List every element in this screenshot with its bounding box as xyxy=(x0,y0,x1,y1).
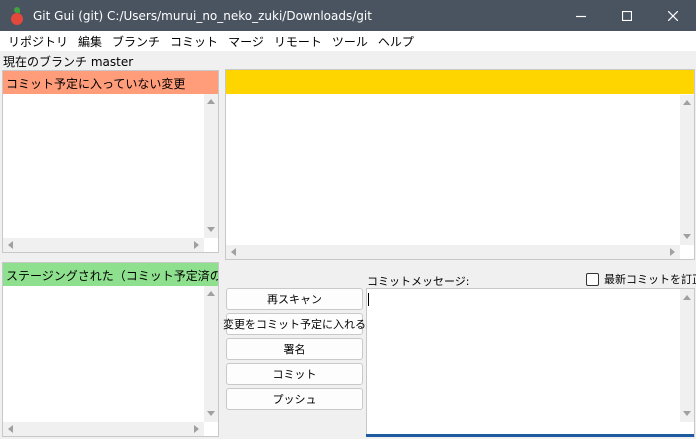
scroll-left-icon[interactable] xyxy=(8,241,13,249)
scroll-up-icon[interactable] xyxy=(207,291,215,296)
menu-help[interactable]: ヘルプ xyxy=(373,33,419,50)
commit-input-bottom-border xyxy=(366,434,694,437)
stage-changes-button[interactable]: 変更をコミット予定に入れる xyxy=(223,313,366,335)
scroll-down-icon[interactable] xyxy=(207,411,215,416)
scroll-right-icon[interactable] xyxy=(194,241,199,249)
minimize-icon xyxy=(576,15,586,17)
scroll-left-icon[interactable] xyxy=(8,425,13,433)
unstaged-vertical-scrollbar[interactable] xyxy=(204,94,218,238)
diff-header-bar xyxy=(226,70,694,94)
menu-repository[interactable]: リポジトリ xyxy=(3,33,73,50)
staged-changes-header: ステージングされた（コミット予定済の）変更 xyxy=(3,263,218,286)
text-caret xyxy=(368,293,369,306)
amend-last-commit-checkbox[interactable]: 最新コミットを訂正 xyxy=(586,271,696,287)
scroll-up-icon[interactable] xyxy=(207,99,215,104)
menu-merge[interactable]: マージ xyxy=(223,33,269,50)
menu-branch[interactable]: ブランチ xyxy=(107,33,165,50)
menu-edit[interactable]: 編集 xyxy=(73,33,107,50)
window-title: Git Gui (git) C:/Users/murui_no_neko_zuk… xyxy=(33,8,372,23)
commit-message-input[interactable] xyxy=(366,288,695,437)
minimize-button[interactable] xyxy=(558,0,604,31)
scroll-down-icon[interactable] xyxy=(683,411,691,416)
diff-vertical-scrollbar[interactable] xyxy=(680,95,694,245)
sign-off-button[interactable]: 署名 xyxy=(226,338,363,360)
scroll-up-icon[interactable] xyxy=(683,295,691,300)
amend-last-commit-label: 最新コミットを訂正 xyxy=(604,273,696,286)
diff-viewer-pane[interactable] xyxy=(225,69,695,260)
git-gui-app-icon xyxy=(9,6,25,25)
close-button[interactable] xyxy=(650,0,696,31)
diff-horizontal-scrollbar[interactable] xyxy=(226,245,680,259)
commit-message-label: コミットメッセージ: xyxy=(367,275,470,288)
menu-commit[interactable]: コミット xyxy=(165,33,223,50)
checkbox-icon[interactable] xyxy=(586,272,599,286)
title-bar: Git Gui (git) C:/Users/murui_no_neko_zuk… xyxy=(0,0,696,31)
unstaged-changes-pane[interactable]: コミット予定に入っていない変更 xyxy=(2,70,219,253)
maximize-icon xyxy=(622,10,632,21)
menu-tools[interactable]: ツール xyxy=(327,33,373,50)
staged-horizontal-scrollbar[interactable] xyxy=(3,422,204,436)
commit-message-vertical-scrollbar[interactable] xyxy=(680,289,694,422)
maximize-button[interactable] xyxy=(604,0,650,31)
push-button[interactable]: プッシュ xyxy=(226,388,363,410)
scroll-up-icon[interactable] xyxy=(683,100,691,105)
staged-vertical-scrollbar[interactable] xyxy=(204,286,218,422)
unstaged-horizontal-scrollbar[interactable] xyxy=(3,238,204,252)
commit-button[interactable]: コミット xyxy=(226,363,363,385)
scroll-down-icon[interactable] xyxy=(683,234,691,239)
scroll-left-icon[interactable] xyxy=(231,248,236,256)
scroll-down-icon[interactable] xyxy=(207,227,215,232)
menu-bar: リポジトリ 編集 ブランチ コミット マージ リモート ツール ヘルプ xyxy=(0,31,696,51)
menu-remote[interactable]: リモート xyxy=(269,33,327,50)
close-icon xyxy=(668,10,678,21)
scroll-right-icon[interactable] xyxy=(670,248,675,256)
staged-changes-pane[interactable]: ステージングされた（コミット予定済の）変更 xyxy=(2,262,219,437)
scroll-right-icon[interactable] xyxy=(194,425,199,433)
rescan-button[interactable]: 再スキャン xyxy=(226,288,363,310)
current-branch-label: 現在のブランチ master xyxy=(3,55,134,69)
unstaged-changes-header: コミット予定に入っていない変更 xyxy=(3,71,218,94)
